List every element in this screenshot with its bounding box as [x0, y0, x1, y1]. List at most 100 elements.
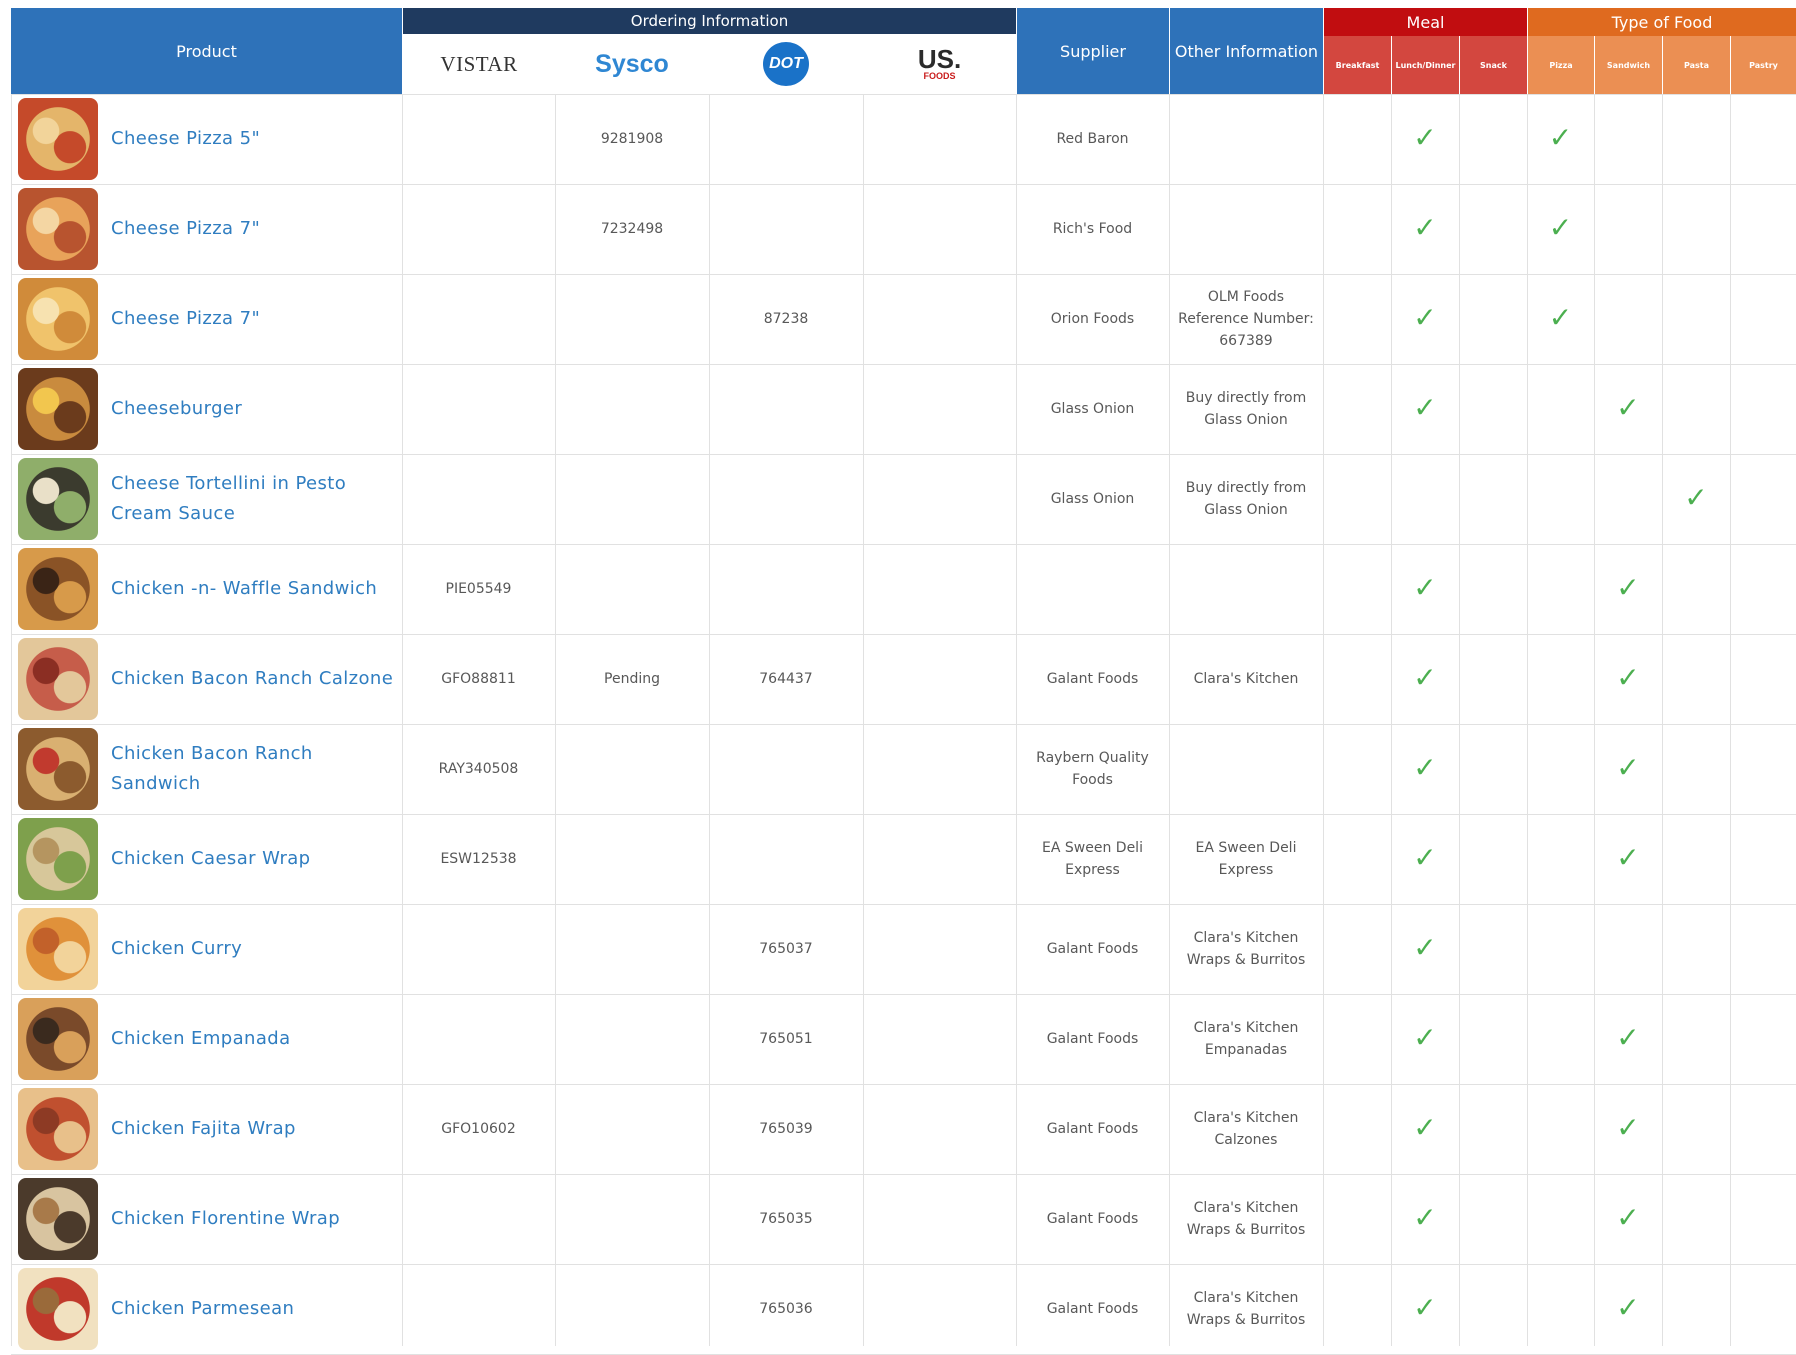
header-ordering-information: Ordering Information [403, 8, 1016, 34]
vistar-item-number [402, 364, 555, 454]
sysco-item-number: Pending [604, 671, 660, 687]
vistar-logo-text: VISTAR [440, 51, 518, 76]
sysco-item-number [555, 724, 709, 814]
product-name-link[interactable]: Cheeseburger [111, 364, 396, 454]
product-name-link[interactable]: Chicken Empanada [111, 994, 396, 1084]
sysco-item-number [555, 1084, 709, 1174]
vendor-sysco-logo: Sysco [555, 34, 709, 94]
product-name-link[interactable]: Chicken Fajita Wrap [111, 1084, 396, 1174]
food-sandwich-check-icon: ✓ [1616, 1290, 1640, 1324]
other-information-cell [1169, 724, 1323, 814]
sysco-item-number [555, 904, 709, 994]
food-sandwich-check-icon: ✓ [1616, 660, 1640, 694]
dot-item-number [709, 364, 863, 454]
cheese-pizza-7-photo [18, 188, 98, 270]
vistar-item-number [402, 94, 555, 184]
product-name-link[interactable]: Chicken Bacon Ranch Calzone [111, 634, 396, 724]
dot-item-number [709, 184, 863, 274]
chicken-parmesean-photo [18, 1268, 98, 1350]
other-information-cell: Clara's Kitchen [1193, 671, 1299, 687]
product-name-link[interactable]: Chicken Parmesean [111, 1264, 396, 1354]
other-information-cell [1169, 544, 1323, 634]
other-information-cell: Clara's Kitchen Calzones [1193, 1110, 1299, 1148]
usfoods-item-number [863, 634, 1016, 724]
sysco-item-number [555, 1174, 709, 1264]
dot-item-number: 87238 [763, 311, 809, 327]
vistar-item-number: ESW12538 [440, 851, 517, 867]
header-other-information: Other Information [1170, 8, 1323, 94]
dot-item-number [709, 94, 863, 184]
usfoods-item-number [863, 1264, 1016, 1354]
column-divider [1323, 94, 1324, 1346]
header-food-sandwich: Sandwich [1595, 36, 1662, 94]
food-pizza-check-icon: ✓ [1548, 300, 1573, 334]
fajita-wrap-photo [18, 1088, 98, 1170]
meal-lunch-dinner-check-icon: ✓ [1413, 1200, 1437, 1234]
product-name-link[interactable]: Cheese Tortellini in Pesto Cream Sauce [111, 454, 396, 544]
product-name-link[interactable]: Cheese Pizza 7" [111, 184, 396, 274]
sysco-item-number: 7232498 [600, 221, 664, 237]
other-information-cell [1169, 184, 1323, 274]
dot-item-number [709, 814, 863, 904]
empanada-photo [18, 998, 98, 1080]
dot-item-number [709, 544, 863, 634]
header-meal: Meal [1324, 8, 1527, 36]
column-divider [1662, 94, 1663, 1346]
supplier-cell: Galant Foods [1046, 941, 1139, 957]
other-information-cell: Clara's Kitchen Wraps & Burritos [1186, 930, 1306, 968]
supplier-cell: Glass Onion [1050, 401, 1135, 417]
column-divider [11, 94, 12, 1346]
food-sandwich-check-icon: ✓ [1616, 570, 1640, 604]
vendor-dot-logo: DOT [709, 34, 863, 94]
vistar-item-number [402, 184, 555, 274]
meal-lunch-dinner-check-icon: ✓ [1413, 840, 1437, 874]
product-name-link[interactable]: Cheese Pizza 7" [111, 274, 396, 364]
food-pasta-check-icon: ✓ [1684, 480, 1708, 514]
dot-logo-badge: DOT [763, 42, 809, 86]
food-sandwich-check-icon: ✓ [1616, 390, 1640, 424]
product-name-link[interactable]: Cheese Pizza 5" [111, 94, 396, 184]
product-name-link[interactable]: Chicken -n- Waffle Sandwich [111, 544, 396, 634]
dot-item-number [709, 724, 863, 814]
product-name-link[interactable]: Chicken Florentine Wrap [111, 1174, 396, 1264]
product-name-link[interactable]: Chicken Caesar Wrap [111, 814, 396, 904]
meal-lunch-dinner-check-icon: ✓ [1413, 930, 1437, 964]
food-pizza-check-icon: ✓ [1548, 210, 1573, 244]
vistar-item-number [402, 1264, 555, 1354]
supplier-cell: Glass Onion [1050, 491, 1135, 507]
vistar-item-number: GFO88811 [441, 671, 516, 687]
meal-lunch-dinner-check-icon: ✓ [1413, 660, 1437, 694]
dot-item-number: 764437 [759, 671, 813, 687]
chicken-waffle-photo [18, 548, 98, 630]
food-sandwich-check-icon: ✓ [1616, 750, 1640, 784]
header-meal-lunch-dinner: Lunch/Dinner [1392, 36, 1459, 94]
meal-lunch-dinner-check-icon: ✓ [1413, 210, 1437, 244]
meal-lunch-dinner-check-icon: ✓ [1413, 1110, 1437, 1144]
supplier-cell: Orion Foods [1050, 311, 1135, 327]
usfoods-logo-bottom: FOODS [923, 71, 956, 81]
supplier-cell: Galant Foods [1046, 671, 1139, 687]
usfoods-item-number [863, 364, 1016, 454]
usfoods-item-number [863, 544, 1016, 634]
cheese-pizza-5-photo [18, 98, 98, 180]
product-name-link[interactable]: Chicken Bacon Ranch Sandwich [111, 724, 396, 814]
vistar-item-number: PIE05549 [445, 581, 512, 597]
product-name-link[interactable]: Chicken Curry [111, 904, 396, 994]
header-food-pizza: Pizza [1528, 36, 1594, 94]
sysco-item-number [555, 544, 709, 634]
usfoods-item-number [863, 184, 1016, 274]
sysco-item-number [555, 364, 709, 454]
meal-lunch-dinner-check-icon: ✓ [1413, 390, 1437, 424]
cheese-pizza-7-slices-photo [18, 278, 98, 360]
vistar-item-number [402, 1174, 555, 1264]
vistar-item-number [402, 994, 555, 1084]
meal-lunch-dinner-check-icon: ✓ [1413, 1020, 1437, 1054]
usfoods-item-number [863, 904, 1016, 994]
usfoods-item-number [863, 724, 1016, 814]
header-supplier: Supplier [1017, 8, 1169, 94]
dot-item-number: 765036 [759, 1301, 813, 1317]
other-information-cell: EA Sween Deli Express [1195, 840, 1297, 878]
tortellini-photo [18, 458, 98, 540]
column-divider [1594, 94, 1595, 1346]
supplier-cell: Galant Foods [1046, 1031, 1139, 1047]
